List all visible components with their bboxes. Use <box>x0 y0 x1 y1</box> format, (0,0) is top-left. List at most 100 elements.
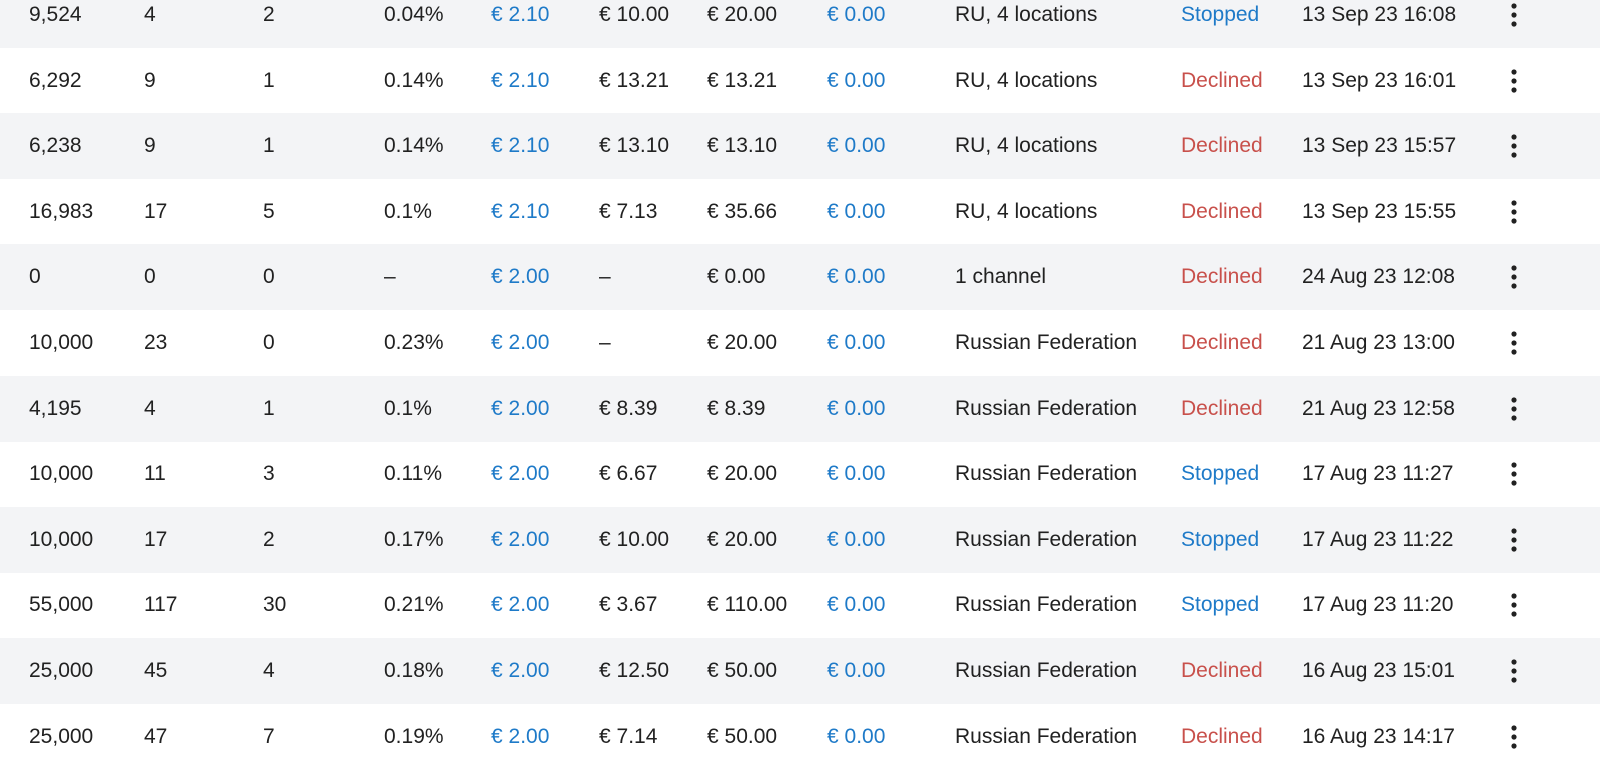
impressions-cell: 25,000 <box>29 659 94 682</box>
bid-link[interactable]: € 2.10 <box>491 113 549 179</box>
table-row[interactable]: 6,238 9 1 0.14% € 2.10 € 13.10 € 13.10 €… <box>0 113 1600 180</box>
bid-link[interactable]: € 2.00 <box>491 441 549 507</box>
targeting-cell: Russian Federation <box>955 396 1138 420</box>
bid-link[interactable]: € 2.00 <box>491 244 549 310</box>
spent-cell: € 50.00 <box>707 659 778 682</box>
spent-cell: € 35.66 <box>707 199 778 223</box>
balance-link[interactable]: € 0.00 <box>827 507 885 573</box>
bid-link[interactable]: € 2.00 <box>491 572 549 638</box>
bid-link[interactable]: € 2.00 <box>491 507 549 573</box>
table-row[interactable]: 16,983 17 5 0.1% € 2.10 € 7.13 € 35.66 €… <box>0 179 1600 245</box>
more-vertical-icon <box>1511 3 1517 27</box>
row-menu-button[interactable] <box>1500 310 1528 376</box>
bid-link[interactable]: € 2.00 <box>491 704 549 770</box>
cpa-cell: € 13.21 <box>599 68 670 92</box>
balance-link[interactable]: € 0.00 <box>827 48 885 114</box>
ctr-cell: 0.14% <box>384 68 444 92</box>
row-menu-button[interactable] <box>1500 638 1528 704</box>
table-row[interactable]: 4,195 4 1 0.1% € 2.00 € 8.39 € 8.39 € 0.… <box>0 375 1600 442</box>
bid-link[interactable]: € 2.00 <box>491 638 549 704</box>
cpa-cell: € 8.39 <box>599 396 658 420</box>
clicks-cell: 17 <box>144 199 168 223</box>
conversions-cell: 5 <box>263 199 275 223</box>
conversions-cell: 4 <box>263 659 275 682</box>
targeting-cell: 1 channel <box>955 265 1047 289</box>
date-cell: 16 Aug 23 15:01 <box>1302 659 1455 682</box>
table-row[interactable]: 10,000 11 3 0.11% € 2.00 € 6.67 € 20.00 … <box>0 441 1600 507</box>
row-menu-button[interactable] <box>1500 376 1528 442</box>
date-cell: 21 Aug 23 13:00 <box>1302 331 1455 354</box>
status-badge: Stopped <box>1181 3 1260 26</box>
balance-link[interactable]: € 0.00 <box>827 113 885 179</box>
spent-cell: € 8.39 <box>707 396 766 420</box>
cpa-cell: € 3.67 <box>599 593 658 617</box>
balance-link[interactable]: € 0.00 <box>827 638 885 704</box>
row-menu-button[interactable] <box>1500 441 1528 507</box>
bid-link[interactable]: € 2.10 <box>491 0 549 48</box>
row-menu-button[interactable] <box>1500 572 1528 638</box>
row-menu-button[interactable] <box>1500 0 1528 48</box>
clicks-cell: 47 <box>144 724 168 748</box>
conversions-cell: 2 <box>263 527 275 551</box>
date-cell: 17 Aug 23 11:20 <box>1302 593 1454 617</box>
status-badge: Declined <box>1181 331 1263 354</box>
more-vertical-icon <box>1511 331 1517 355</box>
impressions-cell: 9,524 <box>29 3 82 26</box>
row-menu-button[interactable] <box>1500 704 1528 770</box>
balance-link[interactable]: € 0.00 <box>827 704 885 770</box>
impressions-cell: 16,983 <box>29 199 94 223</box>
table-row[interactable]: 0 0 0 – € 2.00 – € 0.00 € 0.00 1 channel… <box>0 244 1600 311</box>
ctr-cell: 0.04% <box>384 3 444 26</box>
cpa-cell: € 7.14 <box>599 724 658 748</box>
table-row[interactable]: 10,000 23 0 0.23% € 2.00 – € 20.00 € 0.0… <box>0 310 1600 376</box>
status-badge: Declined <box>1181 396 1263 420</box>
row-menu-button[interactable] <box>1500 507 1528 573</box>
bid-link[interactable]: € 2.00 <box>491 376 549 442</box>
status-badge: Declined <box>1181 724 1263 748</box>
bid-link[interactable]: € 2.10 <box>491 48 549 114</box>
more-vertical-icon <box>1511 593 1517 617</box>
ctr-cell: 0.21% <box>384 593 444 617</box>
spent-cell: € 50.00 <box>707 724 778 748</box>
conversions-cell: 0 <box>263 265 275 289</box>
bid-link[interactable]: € 2.00 <box>491 310 549 376</box>
table-row[interactable]: 55,000 117 30 0.21% € 2.00 € 3.67 € 110.… <box>0 572 1600 638</box>
impressions-cell: 25,000 <box>29 724 94 748</box>
balance-link[interactable]: € 0.00 <box>827 179 885 245</box>
status-badge: Stopped <box>1181 527 1260 551</box>
row-menu-button[interactable] <box>1500 48 1528 114</box>
targeting-cell: RU, 4 locations <box>955 68 1098 92</box>
spent-cell: € 20.00 <box>707 3 778 26</box>
targeting-cell: RU, 4 locations <box>955 3 1098 26</box>
spent-cell: € 110.00 <box>707 593 788 617</box>
spent-cell: € 20.00 <box>707 462 778 486</box>
status-badge: Stopped <box>1181 593 1260 617</box>
cpa-cell: € 10.00 <box>599 3 670 26</box>
balance-link[interactable]: € 0.00 <box>827 376 885 442</box>
impressions-cell: 10,000 <box>29 462 94 486</box>
ctr-cell: 0.18% <box>384 659 444 682</box>
spent-cell: € 0.00 <box>707 265 766 289</box>
balance-link[interactable]: € 0.00 <box>827 441 885 507</box>
impressions-cell: 0 <box>29 265 41 289</box>
clicks-cell: 9 <box>144 134 156 158</box>
row-menu-button[interactable] <box>1500 179 1528 245</box>
balance-link[interactable]: € 0.00 <box>827 572 885 638</box>
bid-link[interactable]: € 2.10 <box>491 179 549 245</box>
conversions-cell: 7 <box>263 724 275 748</box>
table-row[interactable]: 9,524 4 2 0.04% € 2.10 € 10.00 € 20.00 €… <box>0 0 1600 48</box>
clicks-cell: 117 <box>144 593 178 617</box>
balance-link[interactable]: € 0.00 <box>827 310 885 376</box>
row-menu-button[interactable] <box>1500 244 1528 310</box>
clicks-cell: 45 <box>144 659 168 682</box>
more-vertical-icon <box>1511 659 1517 683</box>
table-row[interactable]: 10,000 17 2 0.17% € 2.00 € 10.00 € 20.00… <box>0 506 1600 573</box>
table-row[interactable]: 25,000 47 7 0.19% € 2.00 € 7.14 € 50.00 … <box>0 704 1600 770</box>
more-vertical-icon <box>1511 134 1517 158</box>
table-row[interactable]: 6,292 9 1 0.14% € 2.10 € 13.21 € 13.21 €… <box>0 48 1600 114</box>
status-badge: Stopped <box>1181 462 1260 486</box>
balance-link[interactable]: € 0.00 <box>827 0 885 48</box>
table-row[interactable]: 25,000 45 4 0.18% € 2.00 € 12.50 € 50.00… <box>0 638 1600 704</box>
row-menu-button[interactable] <box>1500 113 1528 179</box>
balance-link[interactable]: € 0.00 <box>827 244 885 310</box>
